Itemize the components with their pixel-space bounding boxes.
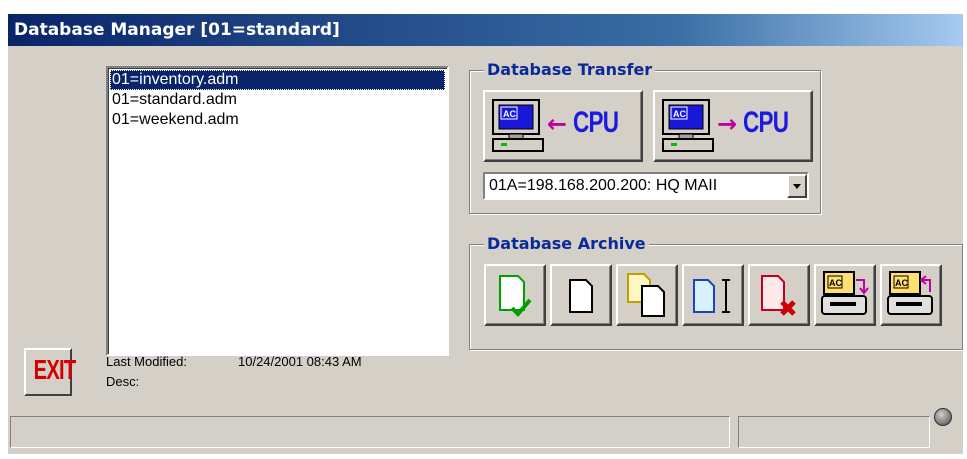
list-item[interactable]: 01=standard.adm (110, 90, 445, 110)
status-bar-secondary (738, 416, 930, 448)
new-document-icon (569, 279, 593, 313)
disk-label: AC (895, 278, 908, 288)
to-cpu-cpu-label: CPU (743, 106, 789, 139)
pc-screen-label: AC (503, 109, 516, 119)
window-title: Database Manager [01=standard] (8, 14, 963, 46)
list-item[interactable]: 01=inventory.adm (110, 70, 445, 90)
delete-document-icon (761, 275, 796, 316)
receive-from-cpu-button[interactable]: AC ← CPU (483, 90, 643, 162)
exit-button[interactable]: EXIT (24, 348, 77, 396)
database-manager-window: Database Manager [01=standard] 01=invent… (8, 14, 963, 454)
send-to-cpu-button[interactable]: AC → CPU (653, 90, 813, 162)
restore-from-disk-button[interactable]: AC (880, 264, 942, 326)
chevron-down-icon[interactable] (787, 174, 807, 198)
rename-document-icon (693, 279, 730, 313)
disk-label: AC (829, 278, 842, 288)
last-modified-value: 10/24/2001 08:43 AM (238, 354, 362, 369)
cpu-target-select[interactable]: 01A=198.168.200.200: HQ MAII (483, 172, 809, 200)
database-transfer-label: Database Transfer (484, 60, 656, 80)
pc-icon: AC (492, 99, 544, 152)
last-modified-label: Last Modified: (106, 354, 187, 369)
rename-database-button[interactable] (682, 264, 744, 326)
copy-database-button[interactable] (616, 264, 678, 326)
database-file-list[interactable]: 01=inventory.adm 01=standard.adm 01=week… (106, 66, 449, 356)
document-check-icon (499, 275, 532, 317)
desc-label: Desc: (106, 374, 140, 389)
pc-icon: AC (662, 99, 714, 152)
exit-label: EXIT (33, 354, 77, 385)
archive-save-icon: AC (821, 271, 869, 315)
pc-screen-label: AC (673, 109, 686, 119)
archive-to-disk-button[interactable]: AC (814, 264, 876, 326)
verify-database-button[interactable] (484, 264, 546, 326)
status-bar-main (10, 416, 730, 448)
cpu-target-value: 01A=198.168.200.200: HQ MAII (489, 177, 718, 194)
connection-status-led-icon (934, 408, 952, 426)
copy-document-icon (627, 273, 665, 317)
new-database-button[interactable] (550, 264, 612, 326)
database-archive-label: Database Archive (484, 234, 649, 254)
delete-database-button[interactable] (748, 264, 810, 326)
to-pc-cpu-label: CPU (573, 106, 619, 139)
archive-restore-icon: AC (887, 271, 933, 315)
left-arrow-icon: ← (547, 110, 568, 138)
right-arrow-icon: → (717, 110, 738, 138)
list-item[interactable]: 01=weekend.adm (110, 110, 445, 130)
